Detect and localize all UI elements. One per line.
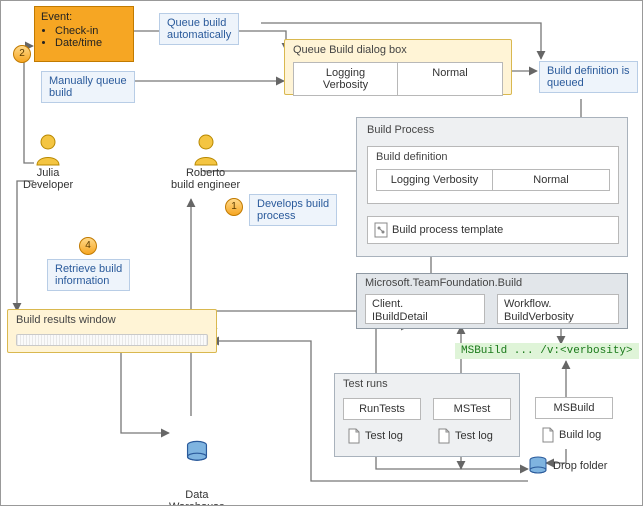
build-process-title: Build Process [367, 124, 434, 136]
event-box: Event: Check-in Date/time [34, 6, 134, 62]
label-develops-process: Develops build process [249, 194, 337, 226]
build-process-template: Build process template [367, 216, 619, 244]
event-item: Date/time [55, 37, 127, 49]
runtests-box: RunTests [343, 398, 421, 420]
test-runs-title: Test runs [343, 378, 388, 390]
label-retrieve-info: Retrieve build information [47, 259, 130, 291]
label-queue-auto: Queue build automatically [159, 13, 239, 45]
build-definition-row: Logging Verbosity Normal [376, 169, 610, 191]
document-icon [347, 428, 361, 444]
results-progress [16, 334, 208, 346]
database-icon [527, 455, 549, 477]
build-def-col2: Normal [493, 170, 609, 190]
tfbuild-title: Microsoft.TeamFoundation.Build [365, 277, 522, 289]
tfbuild-client: Client. IBuildDetail [365, 294, 485, 324]
test-runs-panel: Test runs RunTests MSTest Test log Test … [334, 373, 520, 457]
database-icon [184, 439, 210, 465]
tfbuild-workflow: Workflow. BuildVerbosity [497, 294, 619, 324]
person-roberto: Roberto build engineer [171, 133, 240, 191]
template-label: Build process template [392, 224, 503, 236]
person-name: Julia [23, 167, 73, 179]
person-julia: Julia Developer [23, 133, 73, 191]
event-item: Check-in [55, 25, 127, 37]
queue-dialog-col2: Normal [398, 63, 502, 95]
label-manual-queue: Manually queue build [41, 71, 135, 103]
build-definition-box: Build definition Logging Verbosity Norma… [367, 146, 619, 204]
drop-folder: Drop folder [527, 455, 607, 477]
step-4: 4 [79, 237, 97, 255]
mstest-box: MSTest [433, 398, 511, 420]
build-definition-title: Build definition [376, 151, 448, 163]
event-list: Check-in Date/time [55, 25, 127, 49]
diagram-canvas: Event: Check-in Date/time 2 1 3 4 Queue … [0, 0, 643, 506]
queue-dialog-col1: Logging Verbosity [294, 63, 398, 95]
data-warehouse: Data Warehouse [169, 415, 225, 506]
template-icon [374, 222, 388, 238]
queue-dialog-title: Queue Build dialog box [293, 44, 407, 56]
label-def-queued: Build definition is queued [539, 61, 638, 93]
build-def-col1: Logging Verbosity [377, 170, 493, 190]
person-icon [34, 133, 62, 167]
results-progress-fill [17, 335, 207, 345]
msbuild-box: MSBuild [535, 397, 613, 419]
queue-dialog-row: Logging Verbosity Normal [293, 62, 503, 96]
tfbuild-panel: Microsoft.TeamFoundation.Build Client. I… [356, 273, 628, 329]
queue-build-dialog: Queue Build dialog box Logging Verbosity… [284, 39, 512, 95]
step-1: 1 [225, 198, 243, 216]
results-title: Build results window [16, 314, 116, 326]
document-icon [541, 427, 555, 443]
person-role: build engineer [171, 179, 240, 191]
test-log-1: Test log [347, 428, 403, 444]
test-log-2: Test log [437, 428, 493, 444]
step-2: 2 [13, 45, 31, 63]
msbuild-command: MSBuild ... /v:<verbosity> [455, 343, 639, 359]
person-name: Roberto [171, 167, 240, 179]
build-results-window: Build results window [7, 309, 217, 353]
build-process-panel: Build Process Build definition Logging V… [356, 117, 628, 257]
build-log: Build log [541, 427, 601, 443]
person-icon [192, 133, 220, 167]
document-icon [437, 428, 451, 444]
person-role: Developer [23, 179, 73, 191]
event-header: Event: [41, 11, 127, 23]
